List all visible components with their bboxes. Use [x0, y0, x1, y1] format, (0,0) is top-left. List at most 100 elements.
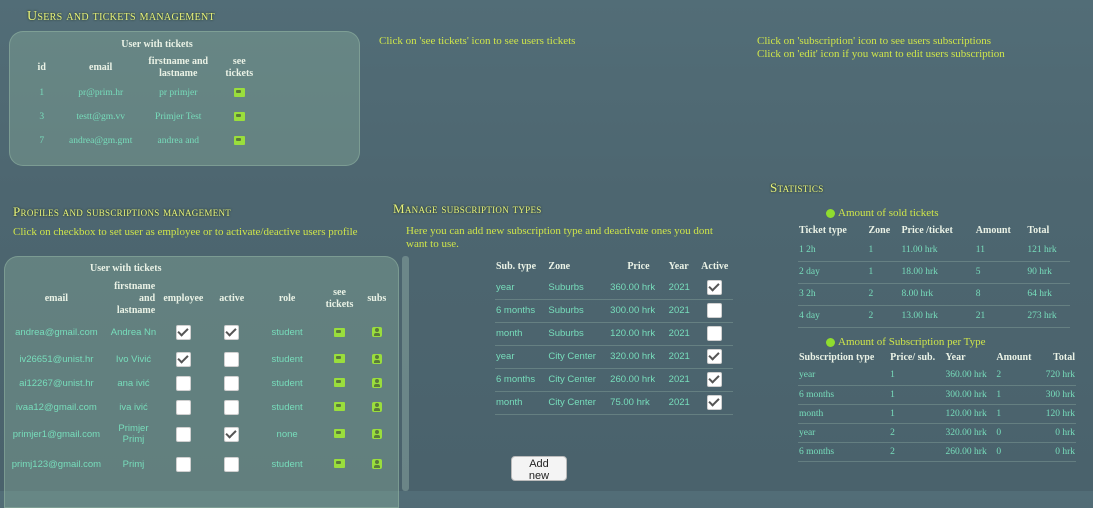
cell: 120 hrk [1039, 404, 1076, 424]
col-email: email [89, 62, 113, 73]
table-row: year 1 360.00 hrk 2 720 hrk [798, 366, 1076, 386]
col-subscription-type: Subscription type [799, 352, 875, 363]
employee-checkbox[interactable] [175, 426, 191, 442]
cell-email: testt@gm.vv [76, 112, 125, 122]
cell: 13.00 hrk [900, 305, 975, 328]
table-row: 3 testt@gm.vv Primjer Test [20, 105, 260, 129]
subscription-icon[interactable] [371, 327, 382, 338]
profiles-hint: Click on checkbox to set user as employe… [13, 226, 358, 238]
see-tickets-icon[interactable] [233, 136, 245, 146]
col-id: id [37, 62, 46, 73]
subscription-types-table: Sub. type Zone Price Year Active year Su… [495, 258, 733, 415]
col-ticket-type: Ticket type [799, 225, 847, 236]
subscription-types-title: Manage subscription types [393, 201, 542, 216]
cell: 273 hrk [1026, 305, 1070, 328]
cell-email: andrea@gmail.com [15, 327, 98, 338]
active-checkbox[interactable] [707, 326, 723, 341]
table-row: ivaa12@gmail.com iva ivić student [5, 395, 393, 419]
cell: 1 [867, 239, 901, 262]
see-tickets-icon[interactable] [233, 88, 245, 98]
subscriptions-stats-title: Amount of Subscription per Type [838, 336, 986, 348]
cell: 18.00 hrk [900, 261, 975, 284]
col-year: Year [668, 261, 689, 272]
active-checkbox[interactable] [707, 279, 723, 295]
cell: 2 [995, 366, 1040, 386]
active-checkbox[interactable] [224, 426, 240, 442]
employee-checkbox[interactable] [175, 399, 191, 415]
cell: 0 [995, 423, 1040, 443]
col-subs: subs [367, 293, 387, 304]
cell-id: 1 [39, 88, 45, 98]
see-tickets-icon[interactable] [334, 327, 346, 337]
see-tickets-icon[interactable] [334, 378, 346, 388]
users-tickets-panel: User with tickets id email firstname and… [9, 31, 360, 166]
subscription-icon[interactable] [371, 428, 382, 439]
cell-price: 75.00 hrk [609, 391, 668, 415]
scrollbar[interactable] [402, 256, 409, 491]
cell: 2 day [798, 261, 868, 284]
employee-checkbox[interactable] [175, 456, 191, 472]
table-row: 6 months City Center 260.00 hrk 2021 [495, 368, 733, 392]
cell: 21 [974, 305, 1027, 328]
employee-checkbox[interactable] [175, 351, 191, 367]
cell: 0 hrk [1039, 442, 1076, 462]
subscription-icon[interactable] [371, 353, 382, 364]
active-checkbox[interactable] [707, 303, 723, 318]
subscription-icon[interactable] [371, 401, 382, 412]
cell: 2 [889, 442, 945, 462]
col-price-ticket: Price /ticket [901, 225, 953, 236]
cell: 0 hrk [1039, 423, 1076, 443]
see-tickets-icon[interactable] [334, 459, 346, 469]
see-tickets-icon[interactable] [334, 429, 346, 439]
active-checkbox[interactable] [224, 351, 240, 367]
employee-checkbox[interactable] [175, 375, 191, 391]
table-row: year 2 320.00 hrk 0 0 hrk [798, 423, 1076, 443]
cell-email: iv26651@unist.hr [19, 353, 94, 365]
col-price: Price [627, 261, 650, 272]
table-row: 3 2h 2 8.00 hrk 8 64 hrk [798, 283, 1070, 306]
table-row: year City Center 320.00 hrk 2021 [495, 345, 733, 369]
cell-zone: City Center [547, 391, 610, 415]
cell-name: andrea and [157, 136, 199, 146]
subscription-icon[interactable] [371, 377, 382, 388]
table-row: year Suburbs 360.00 hrk 2021 [495, 276, 733, 300]
active-checkbox[interactable] [224, 399, 240, 415]
active-checkbox[interactable] [224, 375, 240, 391]
cell-sub-type: year [495, 345, 548, 369]
col-zone: Zone [868, 225, 891, 236]
active-checkbox[interactable] [707, 349, 723, 364]
cell-id: 3 [39, 112, 45, 122]
cell: 1 [889, 404, 945, 424]
col-sub-type: Sub. type [496, 261, 537, 272]
cell: 6 months [798, 385, 890, 405]
see-tickets-icon[interactable] [334, 402, 346, 412]
bullet-icon [826, 208, 835, 218]
hint-subscription: Click on 'subscription' icon to see user… [757, 35, 992, 47]
active-checkbox[interactable] [224, 456, 240, 472]
cell: 3 2h [798, 283, 868, 306]
cell: year [798, 423, 890, 443]
table-caption: User with tickets [121, 39, 193, 50]
employee-checkbox[interactable] [175, 325, 191, 340]
active-checkbox[interactable] [707, 395, 723, 410]
cell-price: 300.00 hrk [609, 299, 668, 323]
cell-name: Primjer Primj [118, 423, 149, 445]
see-tickets-icon[interactable] [233, 112, 245, 122]
table-row: 6 months 1 300.00 hrk 1 300 hrk [798, 385, 1076, 405]
cell: 5 [974, 261, 1027, 284]
cell: 4 day [798, 305, 868, 328]
see-tickets-icon[interactable] [334, 354, 346, 364]
subscription-icon[interactable] [371, 458, 382, 469]
hint-see-tickets: Click on 'see tickets' icon to see users… [379, 35, 576, 47]
cell-name: Ivo Vivić [115, 353, 152, 365]
active-checkbox[interactable] [707, 372, 723, 387]
col-total: Total [1027, 225, 1050, 236]
profiles-panel: User with tickets email firstname and la… [4, 256, 399, 508]
subscription-types-hint: Here you can add new subscription type a… [406, 225, 713, 250]
cell: year [798, 366, 890, 386]
cell: 8.00 hrk [900, 283, 975, 306]
sold-tickets-heading: Amount of sold tickets [826, 207, 939, 219]
col-amount: Amount [975, 225, 1011, 236]
active-checkbox[interactable] [224, 325, 240, 340]
add-new-button[interactable]: Add new [511, 456, 567, 482]
